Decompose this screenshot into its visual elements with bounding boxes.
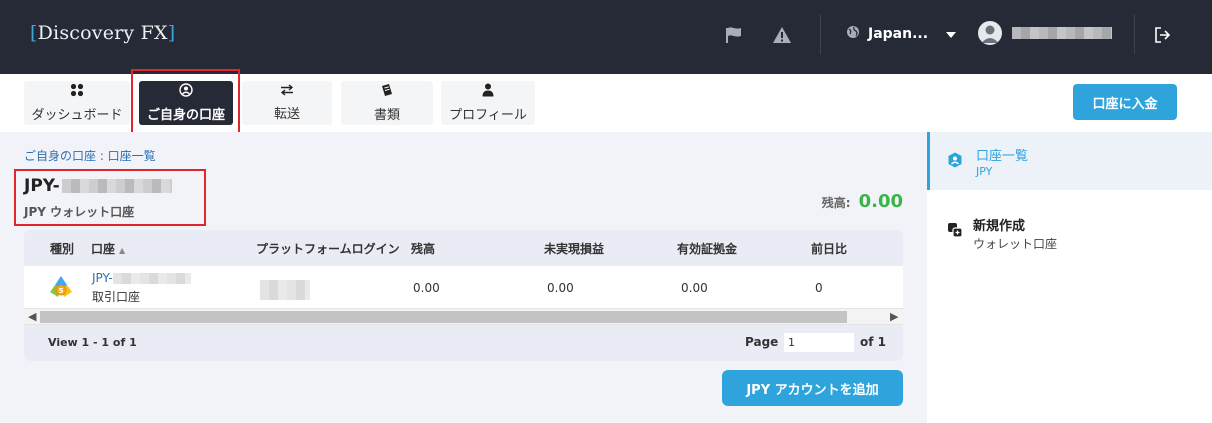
logout-icon[interactable] — [1151, 24, 1173, 46]
flag-icon[interactable] — [723, 24, 745, 46]
view-count: View 1 - 1 of 1 — [48, 336, 137, 349]
balance-cell: 0.00 — [413, 281, 440, 295]
tab-documents[interactable]: 書類 — [341, 81, 433, 125]
logo[interactable]: [Discovery FX] — [30, 22, 175, 44]
change-cell: 0 — [815, 281, 823, 295]
svg-text:5: 5 — [59, 287, 64, 295]
column-header[interactable]: 未実現損益 — [544, 240, 604, 257]
globe-icon — [846, 25, 860, 43]
column-header[interactable]: 有効証拠金 — [677, 240, 737, 257]
side-item-title: 口座一覧 — [976, 149, 1029, 164]
main-nav: ダッシュボード ご自身の口座 転送 書類 プロフィール 口座に入金 — [0, 69, 1212, 134]
language-selector[interactable]: Japan... — [846, 22, 957, 46]
account-link[interactable]: JPY- — [92, 271, 191, 285]
scroll-right-icon[interactable]: ▶ — [890, 310, 898, 323]
tab-transfer[interactable]: 転送 — [242, 81, 332, 125]
language-label: Japan... — [868, 26, 929, 42]
table-header: 種別 口座 ▲ プラットフォームログイン 残高 未実現損益 有効証拠金 前日比 — [24, 230, 903, 266]
highlight-box — [131, 69, 240, 134]
deposit-button[interactable]: 口座に入金 — [1073, 84, 1177, 120]
logo-bracket-left: [ — [30, 22, 38, 44]
platform-login-redacted — [260, 280, 310, 300]
grid-icon — [70, 83, 84, 101]
header-divider — [820, 14, 821, 54]
column-header-account[interactable]: 口座 ▲ — [91, 240, 125, 257]
person-icon — [482, 83, 494, 101]
page-number-input[interactable] — [784, 333, 854, 352]
page-total: of 1 — [860, 335, 886, 349]
transfer-icon — [280, 84, 294, 100]
side-item-subtitle: JPY — [976, 165, 993, 178]
highlight-box — [14, 169, 206, 226]
sort-ascending-icon: ▲ — [119, 246, 126, 255]
tab-dashboard[interactable]: ダッシュボード — [24, 81, 130, 125]
user-menu[interactable] — [978, 21, 1112, 45]
side-item-title: 新規作成 — [973, 219, 1026, 234]
top-header: [Discovery FX] Japan... — [0, 0, 1212, 74]
table-footer: View 1 - 1 of 1 Page of 1 — [24, 325, 903, 361]
breadcrumb[interactable]: ご自身の口座 : 口座一覧 — [24, 147, 156, 164]
tab-profile[interactable]: プロフィール — [441, 81, 535, 125]
balance-display: 残高: 0.00 — [822, 191, 903, 212]
tab-label: ダッシュボード — [31, 108, 123, 123]
side-panel: 口座一覧 JPY 新規作成 ウォレット口座 — [927, 132, 1212, 423]
side-item-subtitle: ウォレット口座 — [973, 237, 1058, 251]
side-item-new-wallet[interactable]: 新規作成 ウォレット口座 — [927, 202, 1212, 260]
new-wallet-icon — [947, 222, 963, 238]
tab-label: プロフィール — [449, 108, 527, 123]
horizontal-scrollbar[interactable]: ◀ ▶ — [24, 308, 903, 325]
balance-value: 0.00 — [858, 191, 903, 212]
side-item-account-list[interactable]: 口座一覧 JPY — [927, 132, 1212, 190]
column-header[interactable]: 残高 — [411, 240, 435, 257]
username-redacted — [1012, 27, 1112, 39]
unrealized-cell: 0.00 — [547, 281, 574, 295]
column-header[interactable]: プラットフォームログイン — [256, 240, 400, 257]
main-content: ご自身の口座 : 口座一覧 JPY- JPY ウォレット口座 残高: 0.00 … — [0, 132, 927, 423]
scrollbar-thumb[interactable] — [40, 311, 847, 323]
platform-logo-icon: 5 — [47, 273, 75, 304]
equity-cell: 0.00 — [681, 281, 708, 295]
warning-icon[interactable] — [771, 24, 793, 46]
account-icon — [947, 152, 963, 168]
tab-label: 転送 — [273, 107, 300, 122]
add-account-button[interactable]: JPY アカウントを追加 — [722, 370, 903, 406]
tab-label: 書類 — [373, 108, 400, 123]
user-icon — [978, 21, 1002, 45]
header-divider — [1134, 14, 1135, 54]
logo-bracket-right: ] — [167, 22, 176, 44]
account-type: 取引口座 — [92, 290, 141, 304]
column-header[interactable]: 前日比 — [811, 240, 847, 257]
table-row[interactable]: 5 JPY- 取引口座 0.00 0.00 0.00 0 — [24, 266, 903, 308]
document-icon — [380, 83, 394, 101]
chevron-down-icon — [946, 26, 957, 42]
balance-label: 残高: — [821, 196, 851, 210]
column-header[interactable]: 種別 — [50, 240, 74, 257]
page-label: Page — [745, 335, 779, 349]
logo-text: Discovery FX — [37, 22, 168, 44]
accounts-table: 種別 口座 ▲ プラットフォームログイン 残高 未実現損益 有効証拠金 前日比 5… — [24, 230, 903, 361]
scroll-left-icon[interactable]: ◀ — [28, 310, 36, 323]
